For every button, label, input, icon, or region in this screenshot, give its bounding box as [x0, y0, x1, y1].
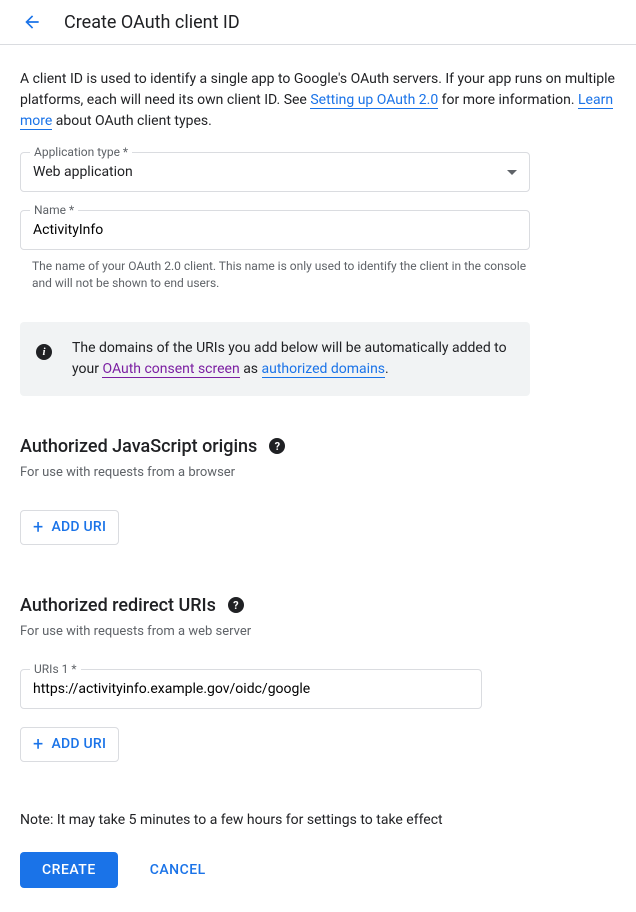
note-text: Note: It may take 5 minutes to a few hou… [20, 812, 616, 828]
back-arrow-icon[interactable] [20, 10, 44, 34]
add-redirect-uri-button[interactable]: + ADD URI [20, 727, 119, 762]
content-area: A client ID is used to identify a single… [0, 45, 636, 912]
button-row: CREATE CANCEL [20, 852, 616, 888]
redirect-uris-desc: For use with requests from a web server [20, 624, 616, 639]
help-icon[interactable]: ? [269, 438, 285, 454]
name-helper-text: The name of your OAuth 2.0 client. This … [20, 258, 530, 292]
create-button[interactable]: CREATE [20, 852, 118, 888]
help-icon[interactable]: ? [228, 597, 244, 613]
js-origins-section: Authorized JavaScript origins ? For use … [20, 436, 616, 545]
uri-1-input[interactable] [20, 669, 482, 709]
info-text: The domains of the URIs you add below wi… [72, 338, 514, 380]
page-header: Create OAuth client ID [0, 0, 636, 45]
add-uri-label: ADD URI [51, 519, 106, 535]
info-icon: i [36, 344, 52, 360]
js-origins-title: Authorized JavaScript origins [20, 436, 257, 457]
js-origins-header: Authorized JavaScript origins ? [20, 436, 616, 457]
uri-1-field: URIs 1 * [20, 669, 616, 709]
intro-text-2: for more information. [438, 92, 578, 108]
cancel-button[interactable]: CANCEL [134, 852, 222, 888]
redirect-uris-header: Authorized redirect URIs ? [20, 595, 616, 616]
info-box: i The domains of the URIs you add below … [20, 322, 530, 396]
chevron-down-icon [507, 170, 517, 175]
js-origins-desc: For use with requests from a browser [20, 465, 616, 480]
application-type-label: Application type * [30, 145, 132, 159]
plus-icon: + [33, 517, 43, 538]
setup-oauth-link[interactable]: Setting up OAuth 2.0 [310, 92, 438, 109]
plus-icon: + [33, 734, 43, 755]
intro-paragraph: A client ID is used to identify a single… [20, 69, 616, 132]
authorized-domains-link[interactable]: authorized domains [262, 361, 386, 378]
page-title: Create OAuth client ID [64, 12, 240, 33]
oauth-consent-link[interactable]: OAuth consent screen [102, 361, 239, 378]
application-type-value: Web application [33, 164, 133, 180]
uri-1-label: URIs 1 * [30, 662, 81, 676]
application-type-field: Application type * Web application [20, 152, 616, 192]
redirect-uris-section: Authorized redirect URIs ? For use with … [20, 595, 616, 762]
name-field-container: Name * [20, 210, 616, 250]
intro-text-3: about OAuth client types. [52, 113, 211, 129]
info-text-2: as [240, 361, 262, 377]
name-label: Name * [30, 203, 78, 217]
info-text-3: . [385, 361, 389, 377]
add-js-origin-button[interactable]: + ADD URI [20, 510, 119, 545]
name-input[interactable] [20, 210, 530, 250]
add-uri-label: ADD URI [51, 736, 106, 752]
redirect-uris-title: Authorized redirect URIs [20, 595, 216, 616]
